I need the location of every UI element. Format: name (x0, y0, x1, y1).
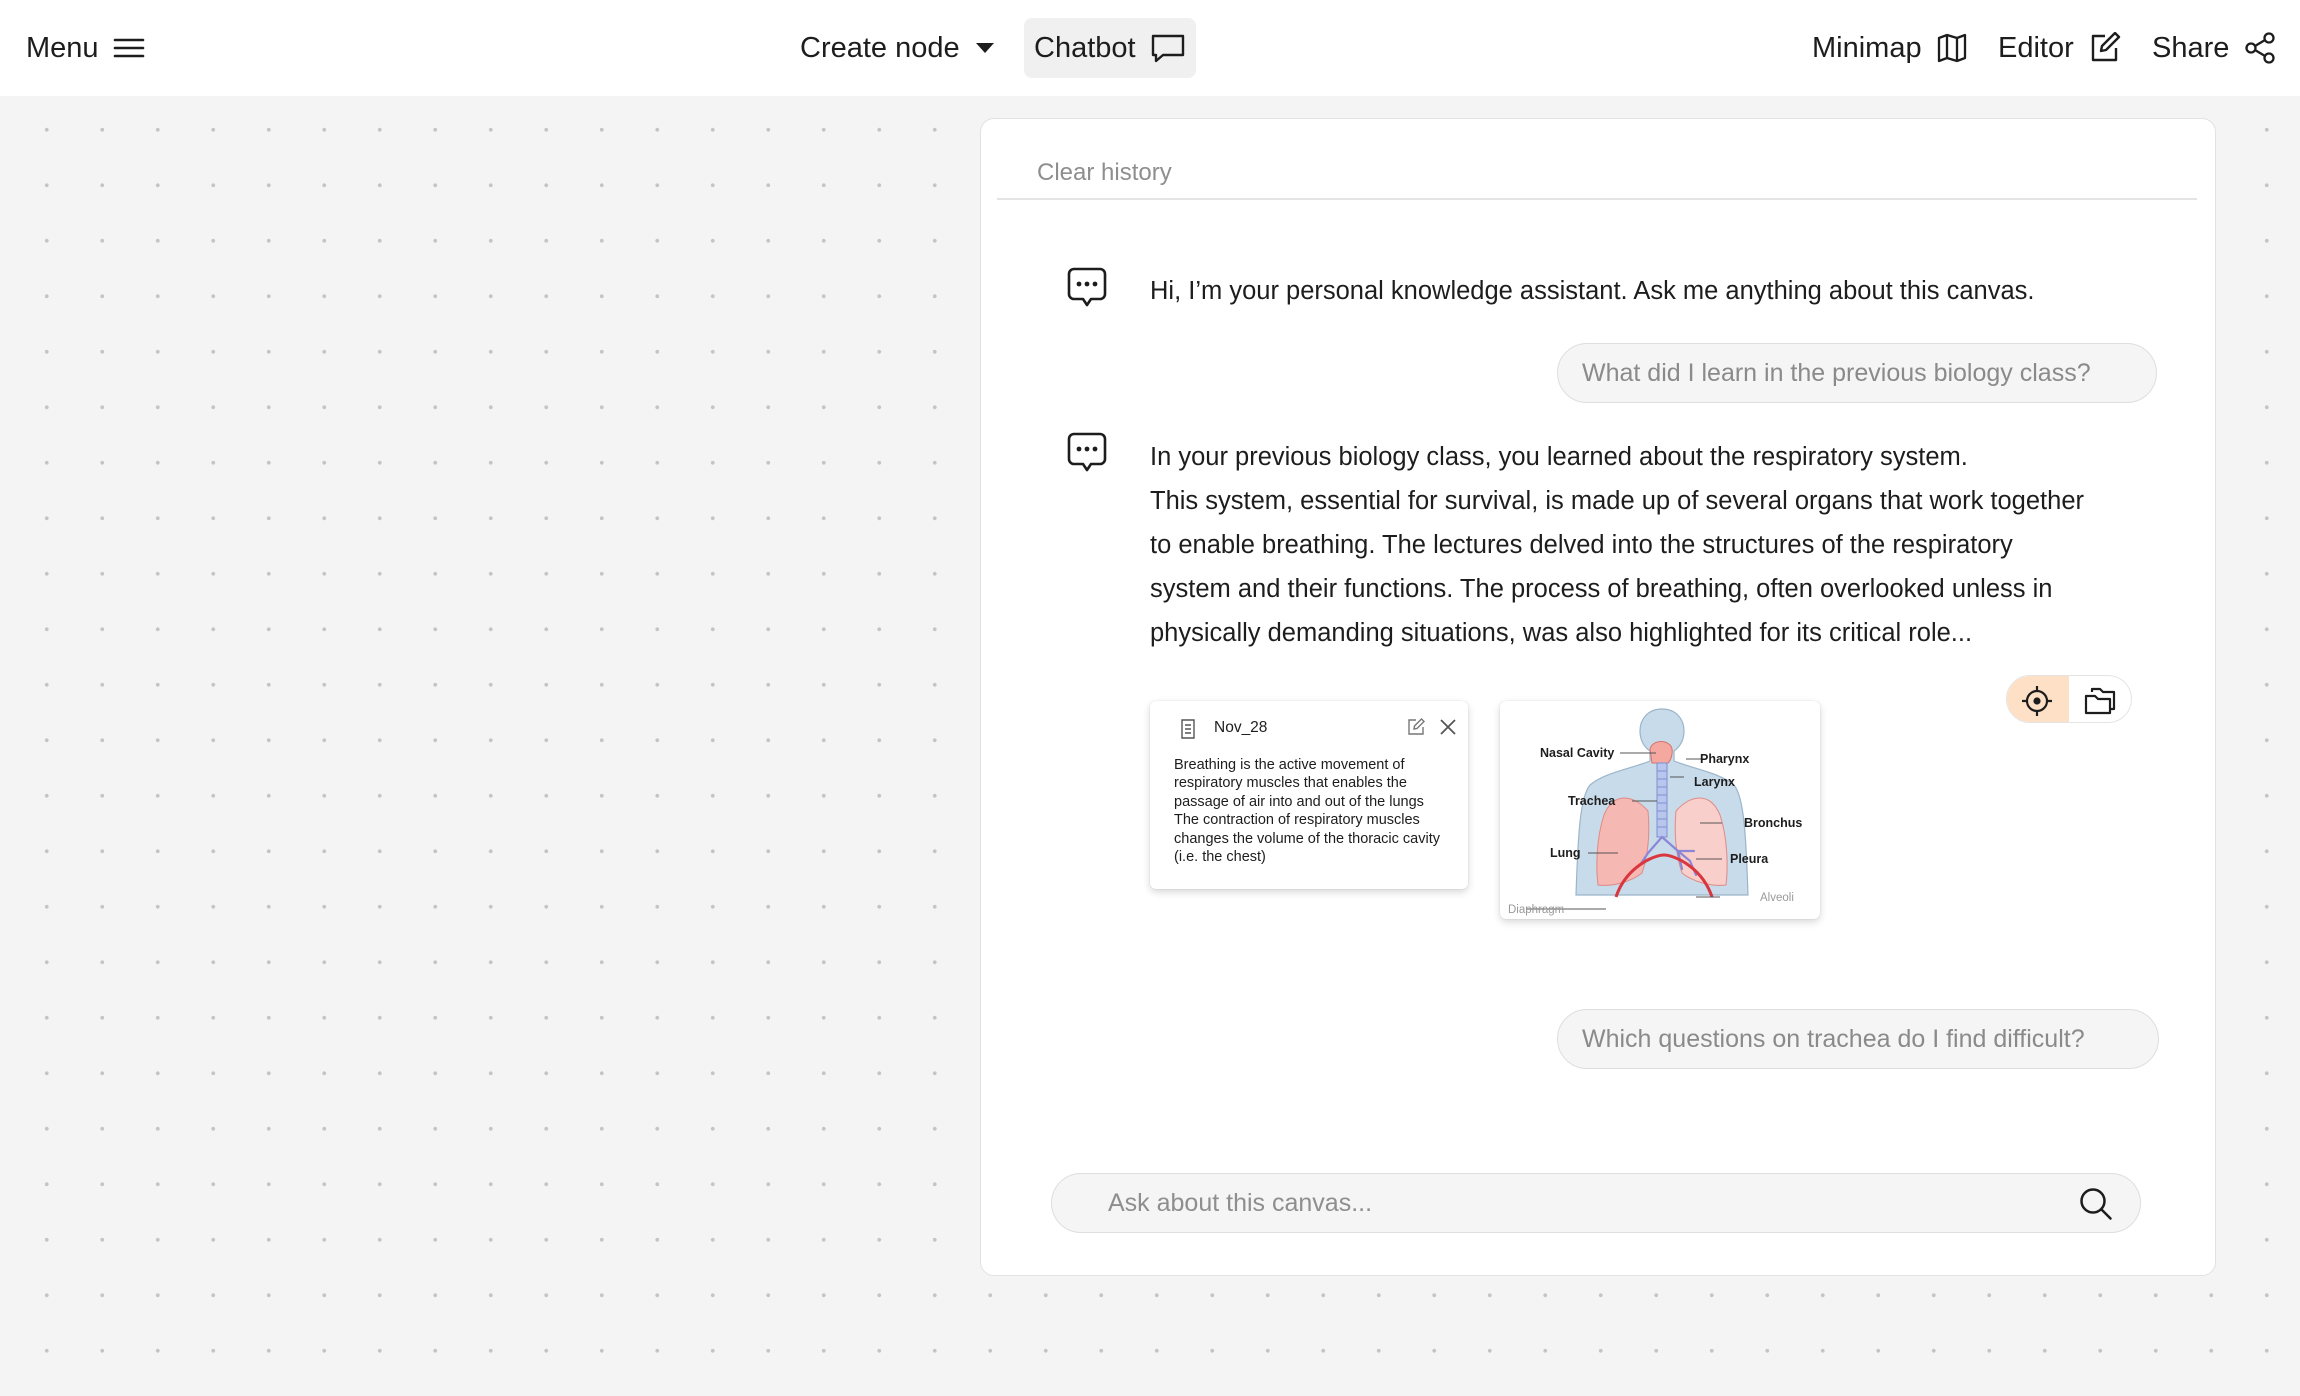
chatbot-avatar-icon (1067, 432, 1107, 472)
user-message: What did I learn in the previous biology… (1557, 343, 2157, 403)
clear-history-button[interactable]: Clear history (1037, 159, 1172, 187)
menu-button[interactable]: Menu (26, 18, 145, 78)
label-pleura: Pleura (1730, 852, 1769, 866)
copy-to-canvas-button[interactable] (2069, 676, 2131, 722)
chatbot-avatar-icon (1067, 267, 1107, 307)
label-larynx: Larynx (1694, 775, 1735, 789)
user-message: Which questions on trachea do I find dif… (1557, 1009, 2159, 1069)
label-alveoli: Alveoli (1760, 892, 1794, 904)
document-icon (1181, 719, 1195, 739)
message-line: physically demanding situations, was als… (1150, 619, 1973, 647)
share-label: Share (2152, 31, 2230, 64)
folders-icon (2084, 687, 2116, 715)
label-trachea: Trachea (1568, 794, 1616, 808)
respiratory-system-diagram: Nasal Cavity Pharynx Larynx Trachea Bron… (1508, 708, 1802, 916)
message-actions (2006, 675, 2132, 723)
message-line: In your previous biology class, you lear… (1150, 443, 1968, 471)
label-bronchus: Bronchus (1744, 816, 1802, 830)
editor-button[interactable]: Editor (1998, 18, 2122, 78)
hamburger-icon (113, 38, 144, 58)
chatbot-button[interactable]: Chatbot (1024, 18, 1196, 78)
message-line: This system, essential for survival, is … (1150, 487, 2084, 515)
label-lung: Lung (1550, 846, 1581, 860)
divider (997, 198, 2197, 200)
note-body: Breathing is the active movement of resp… (1174, 757, 1440, 866)
message-line: to enable breathing. The lectures delved… (1150, 531, 2013, 559)
chat-bubble-icon (1151, 34, 1184, 63)
map-icon (1937, 33, 1966, 63)
label-pharynx: Pharynx (1700, 752, 1749, 766)
label-nasal-cavity: Nasal Cavity (1540, 746, 1614, 760)
locate-target-icon (2022, 686, 2052, 716)
label-diaphragm: Diaphragm (1508, 904, 1564, 916)
editor-label: Editor (1998, 31, 2074, 64)
minimap-button[interactable]: Minimap (1812, 18, 1968, 78)
edit-note-icon[interactable] (1406, 717, 1426, 737)
chat-input[interactable] (1108, 1186, 2038, 1220)
menu-label: Menu (26, 31, 99, 64)
assistant-message: Hi, I’m your personal knowledge assistan… (1150, 277, 2035, 305)
chatbot-panel: Clear history Hi, I’m your personal know… (980, 118, 2216, 1276)
edit-icon (2091, 32, 2120, 62)
search-icon[interactable] (2078, 1186, 2114, 1222)
close-icon[interactable] (1439, 718, 1457, 736)
chatbot-label: Chatbot (1034, 31, 1136, 64)
assistant-message: In your previous biology class, you lear… (1150, 435, 2100, 655)
respiratory-diagram-card[interactable]: Nasal Cavity Pharynx Larynx Trachea Bron… (1500, 701, 1820, 919)
minimap-label: Minimap (1812, 31, 1922, 64)
message-line: system and their functions. The process … (1150, 575, 2053, 603)
create-node-label: Create node (800, 31, 960, 64)
note-card[interactable]: Nov_28 Breathing is the active movement … (1150, 701, 1468, 889)
share-icon (2245, 32, 2276, 64)
caret-down-icon (975, 43, 994, 53)
locate-button[interactable] (2007, 676, 2069, 722)
note-title: Nov_28 (1214, 719, 1268, 736)
share-button[interactable]: Share (2152, 18, 2277, 78)
chat-input-box (1051, 1173, 2141, 1233)
top-bar: Menu Create node Chatbot Minimap Editor … (0, 0, 2300, 96)
create-node-dropdown[interactable]: Create node (800, 18, 996, 78)
